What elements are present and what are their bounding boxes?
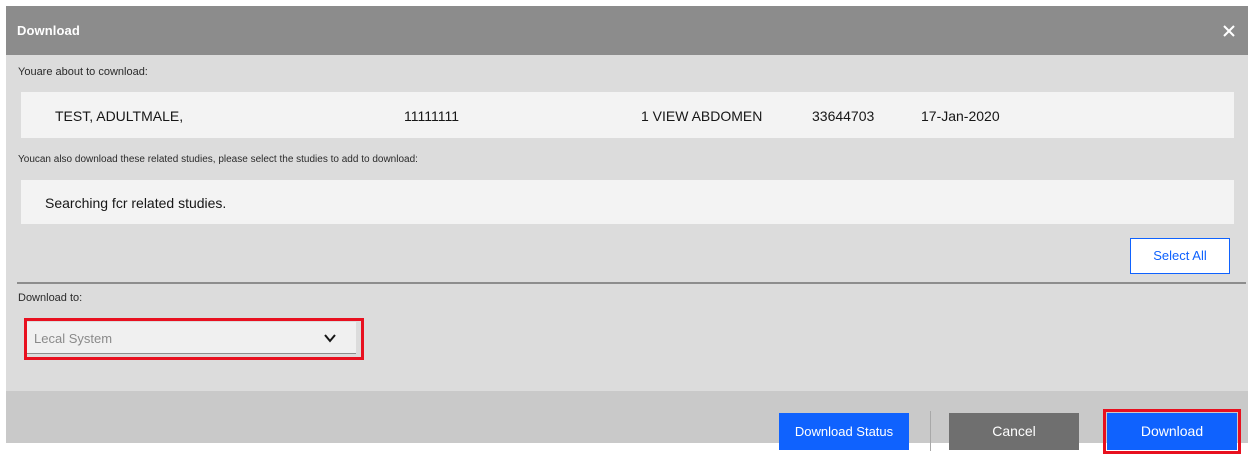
related-studies-status: Searching fcr related studies. [45, 195, 227, 211]
select-all-button[interactable]: Select All [1130, 238, 1230, 274]
section-divider [17, 282, 1246, 284]
dialog-footer: Download Status Cancel Download [6, 391, 1248, 454]
footer-separator [930, 411, 931, 451]
accession-number: 33644703 [812, 108, 875, 124]
download-status-button[interactable]: Download Status [779, 413, 909, 450]
close-icon[interactable] [1218, 20, 1240, 42]
download-to-label: Download to: [18, 292, 83, 304]
related-studies-panel: Searching fcr related studies. [21, 180, 1234, 224]
study-description: 1 VIEW ABDOMEN [641, 108, 763, 124]
study-row: TEST, ADULTMALE, 11111111 1 VIEW ABDOMEN… [21, 92, 1234, 138]
patient-name: TEST, ADULTMALE, [55, 108, 184, 124]
cancel-button[interactable]: Cancel [949, 413, 1079, 450]
patient-id: 11111111 [404, 108, 460, 124]
chevron-down-icon [322, 330, 338, 351]
download-destination-value: Lecal System [34, 331, 113, 346]
download-dialog: Download Youare about to cownload: TEST,… [6, 6, 1248, 454]
dialog-title: Download [17, 23, 80, 38]
study-date: 17-Jan-2020 [921, 108, 1000, 124]
related-studies-label: Youcan also download these related studi… [18, 154, 418, 165]
download-intro-label: Youare about to cownload: [18, 66, 148, 78]
download-destination-select[interactable]: Lecal System [26, 322, 356, 354]
download-button[interactable]: Download [1107, 413, 1237, 450]
dialog-titlebar: Download [6, 6, 1248, 55]
